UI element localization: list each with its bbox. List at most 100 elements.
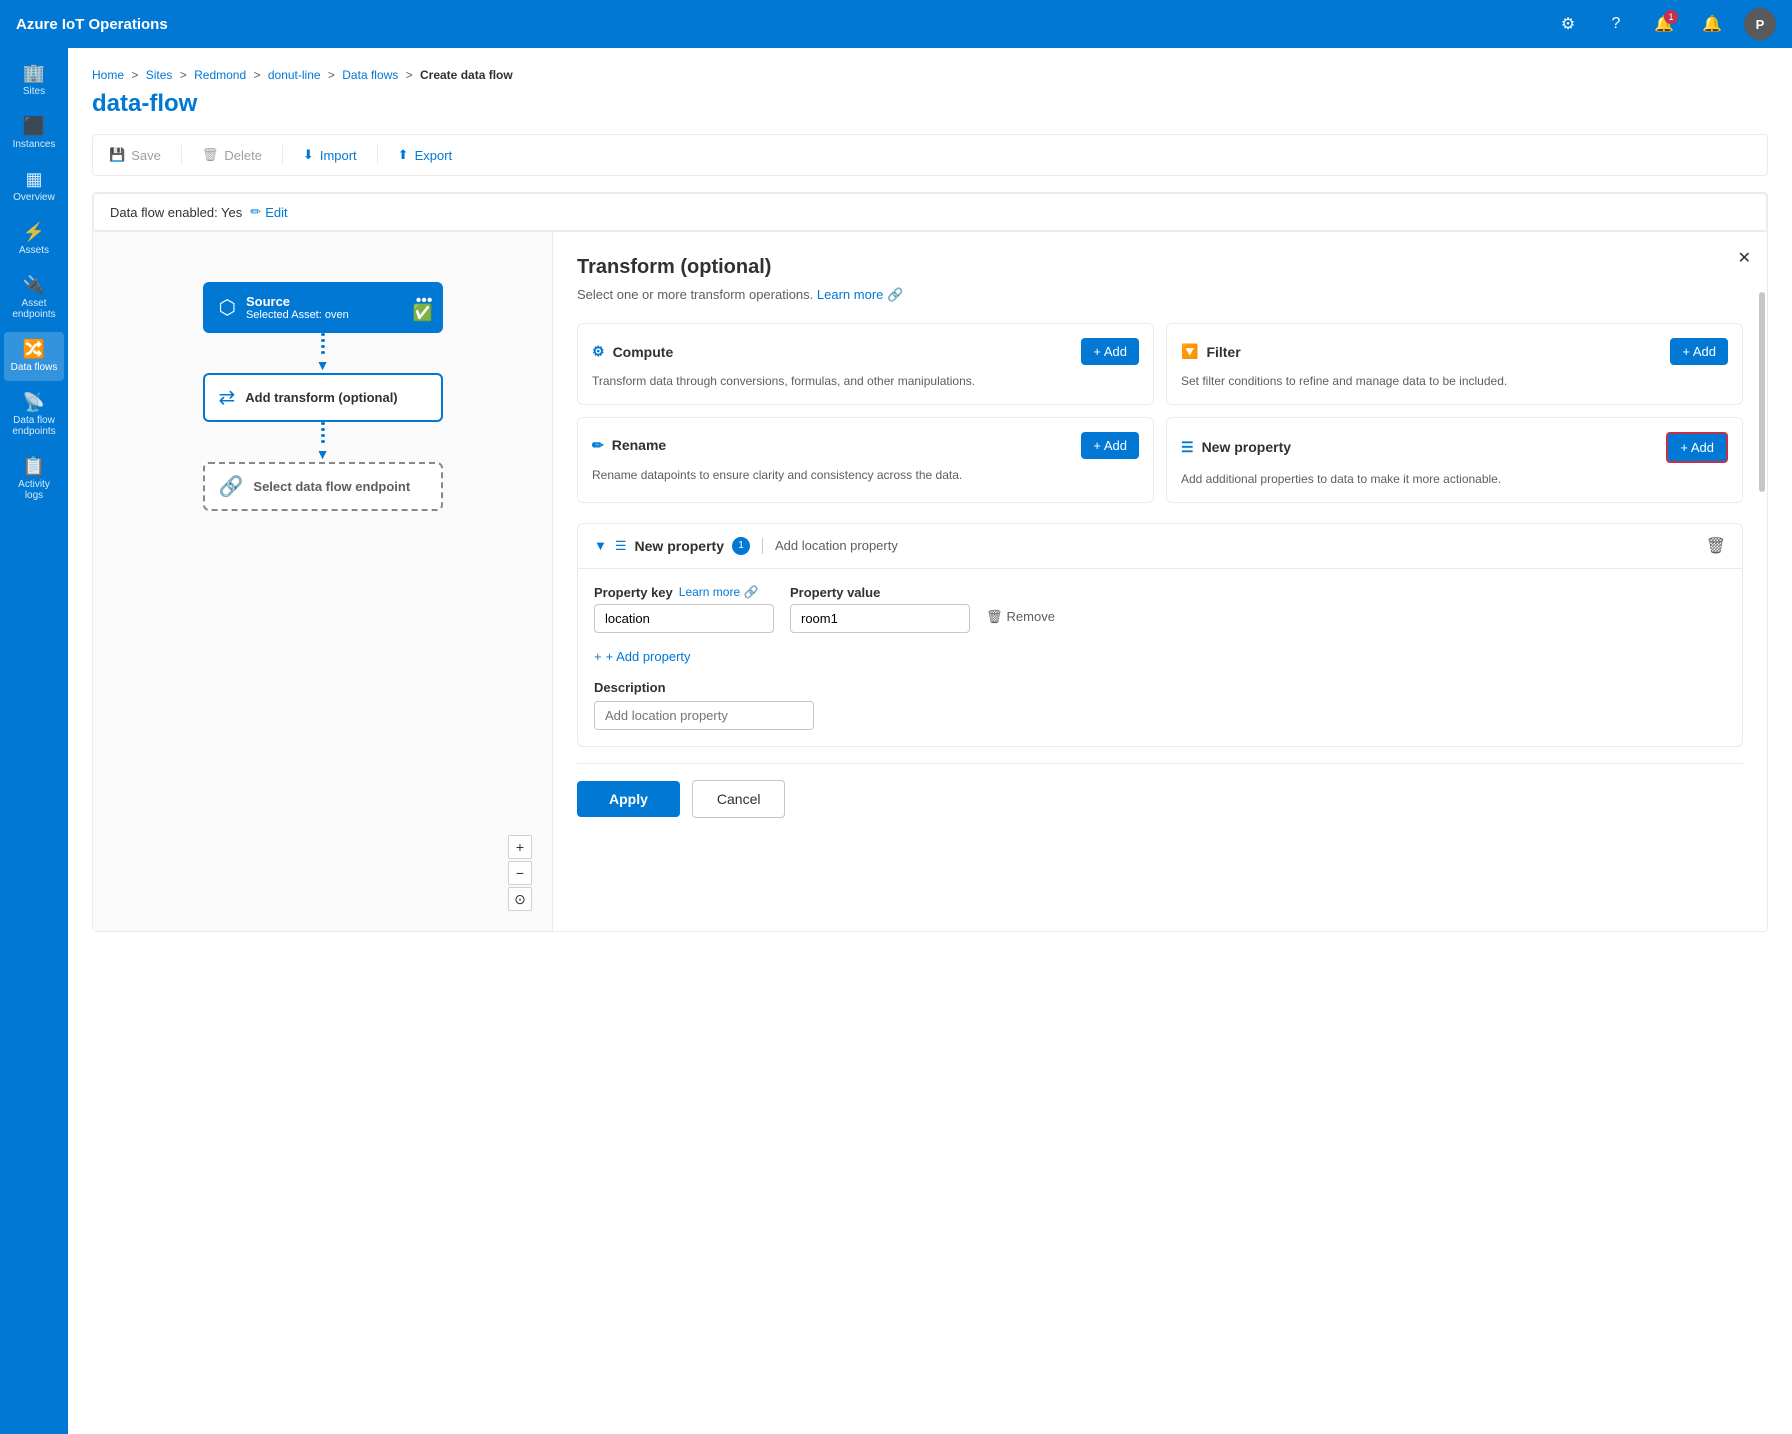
plus-icon: + (594, 649, 602, 664)
sidebar-item-activity-logs[interactable]: 📋 Activity logs (4, 449, 64, 509)
settings2-button[interactable]: 🔔 (1696, 8, 1728, 40)
sidebar-item-label-activity-logs: Activity logs (8, 479, 60, 501)
avatar[interactable]: P (1744, 8, 1776, 40)
delete-button[interactable]: 🗑 Delete (194, 141, 270, 169)
new-property-add-button[interactable]: + Add (1666, 432, 1728, 463)
sidebar-item-label-overview: Overview (13, 192, 55, 203)
flow-enabled-label: Data flow enabled: Yes (110, 205, 242, 220)
property-value-col: Property value (790, 585, 970, 633)
sidebar-item-assets[interactable]: ⚡ Assets (4, 215, 64, 264)
endpoint-node[interactable]: 🔗 Select data flow endpoint (203, 462, 443, 511)
edit-icon: ✏ (250, 204, 261, 220)
endpoint-node-title: Select data flow endpoint (253, 479, 426, 494)
top-nav: Azure IoT Operations ⚙ ? 🔔 1 🔔 P (0, 0, 1792, 48)
transform-node-title: Add transform (optional) (245, 390, 426, 405)
apply-button[interactable]: Apply (577, 781, 680, 817)
panel-close-button[interactable]: ✕ (1738, 248, 1751, 268)
new-property-section: ▼ ☰ New property 1 Add location property… (577, 523, 1743, 747)
breadcrumb-donut-line[interactable]: donut-line (268, 68, 321, 82)
new-property-card-title: ☰ New property (1181, 439, 1291, 456)
import-button[interactable]: ⬇ Import (295, 141, 365, 169)
panel-scrollbar[interactable] (1759, 292, 1765, 492)
cancel-button[interactable]: Cancel (692, 780, 786, 818)
remove-property-button[interactable]: 🗑 Remove (986, 609, 1055, 625)
connector-1: ▼ (322, 333, 324, 373)
ops-grid: ⚙ Compute + Add Transform data through c… (577, 323, 1743, 503)
sidebar-item-overview[interactable]: ▦ Overview (4, 162, 64, 211)
help-button[interactable]: ? (1600, 8, 1632, 40)
toolbar-separator (181, 145, 182, 165)
compute-icon: ⚙ (592, 343, 605, 360)
save-button[interactable]: 💾 Save (101, 141, 169, 169)
source-node[interactable]: ⬡ Source Selected Asset: oven ••• ✅ (203, 282, 443, 333)
new-property-card: ☰ New property + Add Add additional prop… (1166, 417, 1743, 503)
notifications-button[interactable]: 🔔 1 (1648, 8, 1680, 40)
sidebar-item-data-flow-endpoints[interactable]: 📡 Data flow endpoints (4, 385, 64, 445)
compute-card-desc: Transform data through conversions, form… (592, 373, 1139, 390)
source-node-icon: ⬡ (219, 295, 236, 320)
notification-badge: 1 (1664, 10, 1678, 24)
flow-container: ⬡ Source Selected Asset: oven ••• ✅ (113, 252, 532, 511)
sidebar-item-instances[interactable]: ⬛ Instances (4, 109, 64, 158)
prop-description-text: Add location property (775, 538, 898, 553)
rename-add-button[interactable]: + Add (1081, 432, 1139, 459)
breadcrumb-sites[interactable]: Sites (146, 68, 173, 82)
sites-icon: 🏢 (23, 64, 45, 82)
property-count-badge: 1 (732, 537, 750, 555)
breadcrumb-redmond[interactable]: Redmond (194, 68, 246, 82)
zoom-in-button[interactable]: + (508, 835, 532, 859)
learn-more-link[interactable]: Learn more 🔗 (817, 287, 903, 302)
panel-title: Transform (optional) (577, 256, 1743, 279)
sidebar-item-label-asset-endpoints: Asset endpoints (8, 298, 60, 320)
sidebar-item-label-data-flows: Data flows (11, 362, 58, 373)
property-key-learn-more-link[interactable]: Learn more 🔗 (679, 585, 759, 599)
sidebar-item-sites[interactable]: 🏢 Sites (4, 56, 64, 105)
sidebar-item-label-instances: Instances (13, 139, 56, 150)
property-value-input[interactable] (790, 604, 970, 633)
edit-button[interactable]: ✏ Edit (250, 204, 287, 220)
overview-icon: ▦ (25, 170, 42, 188)
rename-card-header: ✏ Rename + Add (592, 432, 1139, 459)
transform-node[interactable]: ⇄ Add transform (optional) (203, 373, 443, 422)
canvas-panel-layout: ⬡ Source Selected Asset: oven ••• ✅ (93, 231, 1767, 931)
breadcrumb-data-flows[interactable]: Data flows (342, 68, 398, 82)
save-icon: 💾 (109, 147, 125, 163)
filter-card-desc: Set filter conditions to refine and mana… (1181, 373, 1728, 390)
remove-icon: 🗑 (986, 609, 1003, 625)
zoom-out-button[interactable]: − (508, 861, 532, 885)
arrow-down-icon-1: ▼ (316, 357, 330, 373)
filter-card-title: 🔽 Filter (1181, 343, 1241, 360)
sidebar-item-asset-endpoints[interactable]: 🔌 Asset endpoints (4, 268, 64, 328)
source-node-info: Source Selected Asset: oven (246, 294, 427, 321)
settings-button[interactable]: ⚙ (1552, 8, 1584, 40)
property-key-input[interactable] (594, 604, 774, 633)
delete-property-button[interactable]: 🗑 (1706, 536, 1726, 556)
rename-card-title: ✏ Rename (592, 437, 666, 454)
connector-2: ▼ (322, 422, 324, 462)
filter-card: 🔽 Filter + Add Set filter conditions to … (1166, 323, 1743, 405)
new-property-list-icon: ☰ (615, 538, 627, 554)
breadcrumb-home[interactable]: Home (92, 68, 124, 82)
app-title: Azure IoT Operations (16, 16, 1540, 33)
description-label: Description (594, 680, 1726, 695)
new-property-body: Property key Learn more 🔗 (578, 568, 1742, 746)
export-button[interactable]: ⬆ Export (390, 141, 460, 169)
breadcrumb-current: Create data flow (420, 68, 513, 82)
add-property-button[interactable]: + + Add property (594, 649, 691, 664)
app-body: 🏢 Sites ⬛ Instances ▦ Overview ⚡ Assets … (0, 48, 1792, 1434)
zoom-reset-button[interactable]: ⊙ (508, 887, 532, 911)
nav-icons: ⚙ ? 🔔 1 🔔 P (1552, 8, 1776, 40)
activity-logs-icon: 📋 (23, 457, 45, 475)
new-property-header[interactable]: ▼ ☰ New property 1 Add location property… (578, 524, 1742, 568)
asset-endpoints-icon: 🔌 (23, 276, 45, 294)
new-property-card-header: ☰ New property + Add (1181, 432, 1728, 463)
page-title: data-flow (92, 90, 1768, 118)
sidebar-item-data-flows[interactable]: 🔀 Data flows (4, 332, 64, 381)
breadcrumb: Home > Sites > Redmond > donut-line > Da… (92, 68, 1768, 82)
description-input[interactable] (594, 701, 814, 730)
compute-add-button[interactable]: + Add (1081, 338, 1139, 365)
rename-icon: ✏ (592, 437, 604, 454)
panel-footer: Apply Cancel (577, 763, 1743, 818)
data-flow-endpoints-icon: 📡 (23, 393, 45, 411)
filter-add-button[interactable]: + Add (1670, 338, 1728, 365)
